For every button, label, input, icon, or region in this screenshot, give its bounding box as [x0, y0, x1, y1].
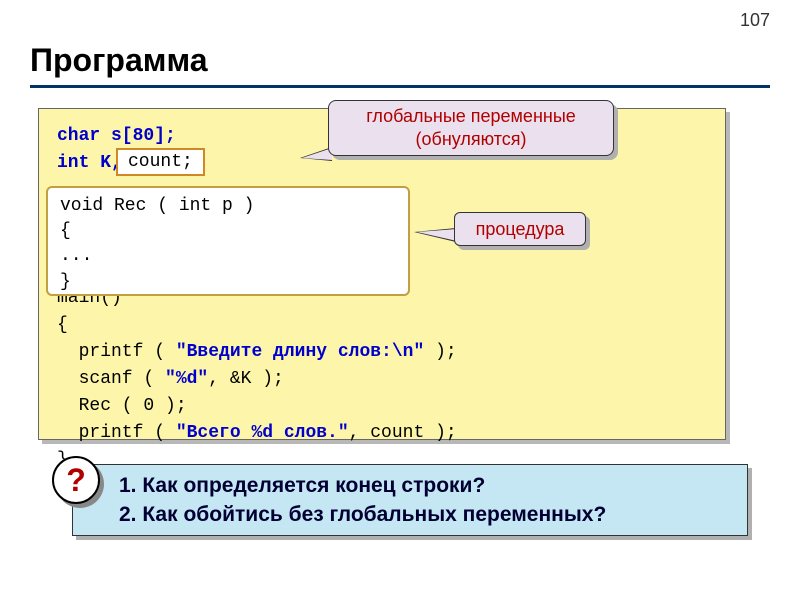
code-main-l6c: , count );: [349, 423, 457, 443]
count-highlight: count;: [116, 148, 205, 176]
page-number: 107: [740, 10, 770, 31]
procedure-box: void Rec ( int p ) { ... }: [46, 186, 410, 296]
code-main-l2: {: [57, 315, 68, 335]
code-main-l6a: printf (: [57, 423, 176, 443]
question-2: Как обойтись без глобальных переменных?: [142, 503, 606, 526]
question-1: Как определяется конец строки?: [142, 474, 485, 497]
code-main-l4b: "%d": [165, 369, 208, 389]
code-main-l4c: , &K );: [208, 369, 284, 389]
code-main-l3a: printf (: [57, 342, 176, 362]
title-underline: [30, 85, 770, 88]
code-main-l4a: scanf (: [57, 369, 165, 389]
callout1-line1: глобальные переменные: [366, 106, 576, 126]
callout-procedure: процедура: [454, 212, 586, 246]
slide-title: Программа: [30, 42, 207, 79]
callout-globals: глобальные переменные (обнуляются): [328, 100, 614, 156]
code-main-l6b: "Всего %d слов.": [176, 423, 349, 443]
code-main-l3c: );: [424, 342, 456, 362]
question-box: 1. Как определяется конец строки? 2. Как…: [72, 464, 748, 536]
question-mark-icon: ?: [52, 456, 100, 504]
q-bullet-1: 1.: [119, 474, 142, 497]
q-bullet-2: 2.: [119, 503, 142, 526]
code-main-l5: Rec ( 0 );: [57, 396, 187, 416]
callout1-line2: (обнуляются): [416, 129, 527, 149]
callout2-tail: [417, 229, 457, 241]
code-main-l3b: "Введите длину слов:\n": [176, 342, 424, 362]
